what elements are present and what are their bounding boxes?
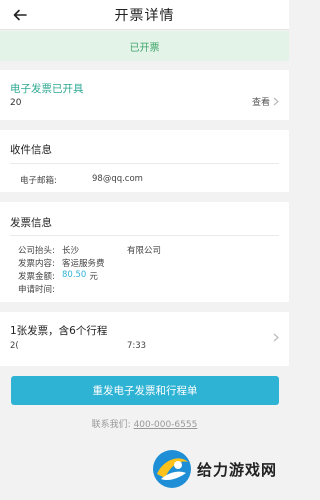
content-value: 客运服务费 <box>62 259 105 269</box>
email-row: 电子邮箱: <box>20 174 57 186</box>
electronic-invoice-card[interactable]: 电子发票已开具 20 查看 <box>0 70 289 120</box>
watermark-logo-icon <box>152 450 191 488</box>
content-label: 发票内容: <box>18 259 55 269</box>
company-label: 公司抬头: <box>18 246 55 256</box>
divider <box>10 235 279 236</box>
top-navigation-bar: 开票详情 <box>0 0 289 30</box>
view-label: 查看 <box>251 98 270 108</box>
recipient-info-card: 收件信息 电子邮箱: 98@qq.com <box>0 130 289 192</box>
amount-unit: 元 <box>89 272 98 282</box>
trip-summary-text: 1张发票，含6个行程 <box>10 325 108 337</box>
invoice-issued-title: 电子发票已开具 <box>10 83 84 95</box>
invoice-info-section-title: 发票信息 <box>10 217 52 229</box>
trip-summary-card[interactable]: 1张发票，含6个行程 2( 7:33 <box>0 312 289 366</box>
company-value-part1: 长沙 <box>62 246 80 256</box>
back-button[interactable] <box>8 3 32 27</box>
trip-date: 2( <box>10 341 19 351</box>
contact-us: 联系我们: 400-000-6555 <box>0 417 289 430</box>
invoice-info-card: 发票信息 公司抬头: 长沙 有限公司 发票内容: 客运服务费 发票金额: 80.… <box>0 202 289 302</box>
contact-phone-link[interactable]: 400-000-6555 <box>134 420 198 430</box>
view-invoice-link[interactable]: 查看 <box>252 95 279 108</box>
contact-label: 联系我们: <box>91 420 131 430</box>
invoice-number: 20 <box>10 98 22 108</box>
chevron-right-icon <box>273 333 279 342</box>
status-banner: 已开票 <box>0 31 289 61</box>
divider <box>10 163 279 164</box>
site-watermark: 给力游戏网 <box>151 446 277 492</box>
resend-invoice-button[interactable]: 重发电子发票和行程单 <box>11 376 279 405</box>
company-value-part2: 有限公司 <box>127 246 162 256</box>
watermark-text: 给力游戏网 <box>196 460 277 479</box>
recipient-section-title: 收件信息 <box>10 144 52 156</box>
page-title: 开票详情 <box>114 7 175 24</box>
email-value: 98@qq.com <box>92 174 143 184</box>
apply-time-label: 申请时间: <box>18 285 55 295</box>
resend-label: 重发电子发票和行程单 <box>92 385 198 397</box>
chevron-right-icon <box>273 97 279 106</box>
status-text: 已开票 <box>129 42 160 54</box>
amount-label: 发票金额: <box>18 272 55 282</box>
amount-row: 80.50 元 <box>62 270 98 282</box>
amount-value: 80.50 <box>62 270 87 280</box>
email-label: 电子邮箱: <box>20 176 57 186</box>
trip-time: 7:33 <box>127 341 147 351</box>
back-arrow-icon <box>13 9 27 21</box>
